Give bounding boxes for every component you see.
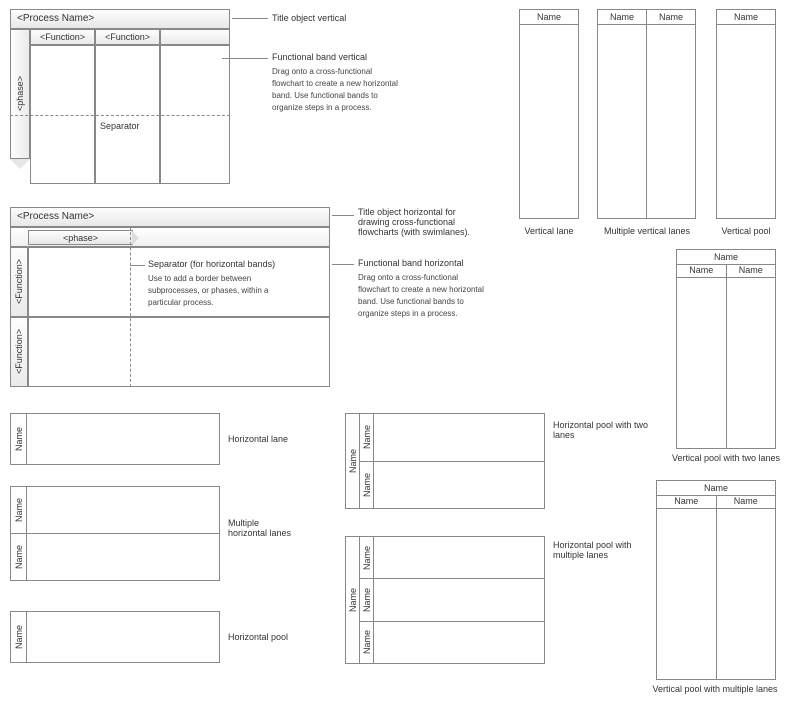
vpool-two: Name Name Name — [676, 249, 776, 449]
vertical-pool: Name — [716, 9, 776, 219]
hpool-multi-l2: Name — [362, 588, 372, 612]
vpool-two-h2: Name — [727, 265, 776, 278]
cap-hlane: Horizontal lane — [228, 434, 288, 444]
hpool-multi-title: Name — [348, 588, 358, 612]
hpool-multi-l3: Name — [362, 630, 372, 654]
ann-title-h: Title object horizontal for drawing cros… — [358, 207, 488, 237]
cff-v-phase-label: <phase> — [15, 76, 25, 111]
cff-h-title: <Process Name> — [10, 207, 330, 227]
cap-vpool-multi: Vertical pool with multiple lanes — [640, 684, 786, 694]
mhl-h2: Name — [14, 545, 24, 569]
ann-title-v: Title object vertical — [272, 13, 346, 23]
cff-h-sep-title: Separator (for horizontal bands) — [148, 259, 275, 269]
cff-v-title: <Process Name> — [10, 9, 230, 29]
hpool-head: Name — [14, 625, 24, 649]
hlane-head: Name — [14, 427, 24, 451]
mvl-head1: Name — [598, 10, 646, 25]
cff-h-func1: <Function> — [12, 259, 26, 304]
cap-hpool-two: Horizontal pool with two lanes — [553, 420, 663, 440]
vertical-pool-head: Name — [717, 10, 775, 25]
hpool-two: Name Name Name — [345, 413, 545, 509]
cff-h-func2: <Function> — [12, 329, 26, 374]
cap-vpool-two: Vertical pool with two lanes — [666, 453, 786, 463]
cap-hpool: Horizontal pool — [228, 632, 288, 642]
hpool-multi: Name Name Name Name — [345, 536, 545, 664]
cff-h-phase-label: <phase> — [63, 233, 98, 243]
hpool-multi-l1: Name — [362, 546, 372, 570]
ann-fb-v-desc: Drag onto a cross-functional flowchart t… — [272, 66, 402, 114]
horizontal-lane: Name — [10, 413, 220, 465]
vpool-two-h1: Name — [677, 265, 727, 278]
horizontal-pool: Name — [10, 611, 220, 663]
hpool-two-title: Name — [348, 449, 358, 473]
cap-vertical-pool: Vertical pool — [710, 226, 782, 236]
cap-vertical-lane: Vertical lane — [510, 226, 588, 236]
cff-v-func1: <Function> — [30, 29, 95, 45]
vpool-multi-h1: Name — [657, 496, 717, 509]
vpool-two-title: Name — [677, 250, 775, 265]
vertical-lane-head: Name — [520, 10, 578, 25]
vpool-multi-title: Name — [657, 481, 775, 496]
ann-fb-h-desc: Drag onto a cross-functional flowchart t… — [358, 272, 486, 320]
vertical-lane: Name — [519, 9, 579, 219]
multiple-vertical-lanes: Name Name — [597, 9, 697, 219]
mvl-head2: Name — [647, 10, 695, 25]
cap-mvl: Multiple vertical lanes — [592, 226, 702, 236]
hpool-two-l2: Name — [362, 473, 372, 497]
cap-hpool-multi: Horizontal pool with multiple lanes — [553, 540, 653, 560]
mhl-h1: Name — [14, 498, 24, 522]
cff-h-sep-desc: Use to add a border between subprocesses… — [148, 273, 288, 309]
cap-mhl: Multiple horizontal lanes — [228, 518, 298, 538]
vpool-multi: Name Name Name — [656, 480, 776, 680]
multi-hlanes: Name Name — [10, 486, 220, 581]
ann-fb-h-title: Functional band horizontal — [358, 258, 464, 268]
cff-v-separator-label: Separator — [100, 121, 140, 131]
hpool-two-l1: Name — [362, 425, 372, 449]
ann-fb-v-title: Functional band vertical — [272, 52, 367, 62]
vpool-multi-h2: Name — [717, 496, 776, 509]
cff-v-func2: <Function> — [95, 29, 160, 45]
